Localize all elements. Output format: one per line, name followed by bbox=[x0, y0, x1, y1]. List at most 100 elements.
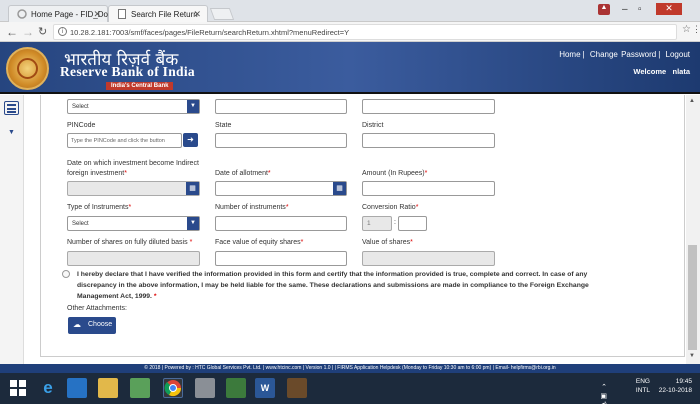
file-explorer-icon[interactable] bbox=[98, 378, 118, 398]
select-value: Select bbox=[72, 221, 89, 227]
diluted-shares-label: Number of shares on fully diluted basis … bbox=[67, 239, 192, 246]
required-mark: * bbox=[153, 293, 157, 300]
pincode-search-button[interactable]: ➜ bbox=[183, 133, 198, 147]
word-icon[interactable]: W bbox=[255, 378, 275, 398]
instrument-count-label: Number of instruments* bbox=[215, 204, 289, 211]
app-icon[interactable] bbox=[130, 378, 150, 398]
site-header: भारतीय रिज़र्व बैंक Reserve Bank of Indi… bbox=[0, 42, 700, 94]
nav-home[interactable]: Home bbox=[559, 50, 580, 59]
layout-label: INTL bbox=[635, 387, 650, 394]
arrow-right-icon: ➜ bbox=[187, 135, 194, 144]
attachments-label: Other Attachments: bbox=[67, 305, 127, 312]
reload-icon[interactable]: ↻ bbox=[38, 25, 47, 38]
share-value-input[interactable] bbox=[362, 251, 495, 266]
diluted-shares-text: Number of shares on fully diluted basis bbox=[67, 239, 188, 246]
investment-date-input[interactable]: ▦ bbox=[67, 181, 200, 196]
tab-home-page[interactable]: Home Page - FID_Dome ✕ bbox=[8, 5, 119, 22]
calendar-icon[interactable]: ▦ bbox=[186, 182, 199, 195]
page-scrollbar[interactable]: ▲ ▼ bbox=[686, 95, 700, 365]
investment-date-label-line1: Date on which investment become Indirect bbox=[67, 160, 199, 167]
select-value: Select bbox=[72, 104, 89, 110]
choose-label: Choose bbox=[88, 321, 113, 328]
app-icon[interactable] bbox=[287, 378, 307, 398]
amount-input[interactable] bbox=[362, 181, 495, 196]
scroll-down-icon[interactable]: ▼ bbox=[689, 353, 695, 359]
nav-change-password[interactable]: Change Password bbox=[590, 50, 656, 59]
system-tray: ⌃ ▣ ◀) ENG INTL 19:45 22-10-2018 bbox=[599, 377, 692, 409]
new-tab-button[interactable] bbox=[209, 8, 235, 20]
chevron-down-icon: ▼ bbox=[187, 217, 199, 230]
tab-label: Home Page - FID_Dome bbox=[31, 10, 120, 19]
tray-icons[interactable]: ⌃ ▣ ◀) bbox=[599, 383, 607, 410]
district-label: District bbox=[362, 122, 384, 129]
conversion-ratio-right[interactable] bbox=[398, 216, 427, 231]
diluted-shares-input[interactable] bbox=[67, 251, 200, 266]
required-mark: * bbox=[124, 170, 127, 177]
chrome-icon[interactable] bbox=[163, 378, 183, 398]
city-input[interactable] bbox=[215, 99, 347, 114]
conversion-ratio-label: Conversion Ratio* bbox=[362, 204, 418, 211]
district-input[interactable] bbox=[362, 133, 495, 148]
close-icon[interactable]: ✕ bbox=[93, 9, 101, 20]
instrument-count-input[interactable] bbox=[215, 216, 347, 231]
tab-search-file-return[interactable]: Search File Return ✕ bbox=[108, 5, 208, 22]
face-value-input[interactable] bbox=[215, 251, 347, 266]
caret-down-icon[interactable]: ▼ bbox=[8, 129, 15, 136]
conversion-ratio-left[interactable]: 1 bbox=[362, 216, 392, 231]
allotment-date-input[interactable]: ▦ bbox=[215, 181, 347, 196]
address-input[interactable] bbox=[362, 99, 495, 114]
nav-logout[interactable]: Logout bbox=[666, 50, 690, 59]
windows-start-icon[interactable] bbox=[10, 380, 26, 396]
window-close-icon[interactable]: ✕ bbox=[656, 3, 682, 15]
pincode-input[interactable]: Type the PINCode and click the button bbox=[67, 133, 182, 148]
declaration-radio[interactable] bbox=[62, 270, 70, 278]
instrument-type-select[interactable]: Select ▼ bbox=[67, 216, 200, 231]
conversion-ratio-text: Conversion Ratio bbox=[362, 204, 416, 211]
top-nav: Home | Change Password | Logout bbox=[559, 50, 690, 59]
upload-icon: ☁ bbox=[73, 320, 81, 329]
calculator-icon[interactable] bbox=[195, 378, 215, 398]
language-indicator[interactable]: ENG INTL bbox=[620, 377, 650, 395]
forward-icon[interactable]: → bbox=[22, 25, 34, 39]
calendar-icon[interactable]: ▦ bbox=[333, 182, 346, 195]
state-label: State bbox=[215, 122, 232, 129]
scroll-up-icon[interactable]: ▲ bbox=[689, 98, 695, 104]
clock[interactable]: 19:45 22-10-2018 bbox=[654, 377, 692, 395]
required-mark: * bbox=[424, 170, 428, 177]
menu-dots-icon[interactable]: ⋮ bbox=[692, 24, 700, 35]
choose-file-button[interactable]: ☁ Choose bbox=[68, 317, 116, 334]
internet-explorer-icon[interactable]: e bbox=[38, 378, 58, 398]
rbi-logo bbox=[6, 47, 49, 90]
ratio-separator: : bbox=[394, 219, 396, 226]
welcome-label: Welcome bbox=[633, 67, 667, 76]
url-field[interactable]: i 10.28.2.181:7003/smf/faces/pages/FileR… bbox=[53, 24, 677, 40]
browser-tab-strip: Home Page - FID_Dome ✕ Search File Retur… bbox=[0, 0, 700, 22]
star-icon[interactable]: ☆ bbox=[682, 24, 691, 35]
bank-tagline: India's Central Bank bbox=[106, 82, 174, 90]
outlook-icon[interactable] bbox=[67, 378, 87, 398]
back-icon[interactable]: ← bbox=[6, 25, 18, 39]
instrument-type-text: Type of Instruments bbox=[67, 204, 129, 211]
clock-date: 22-10-2018 bbox=[658, 387, 692, 394]
state-input[interactable] bbox=[215, 133, 347, 148]
required-mark: * bbox=[189, 239, 193, 246]
amount-label-text: Amount (In Rupees) bbox=[362, 170, 425, 177]
hamburger-menu-icon[interactable] bbox=[4, 101, 19, 115]
investment-date-label-text: foreign investment bbox=[67, 170, 125, 177]
address-bar-row: ← → ↻ i 10.28.2.181:7003/smf/faces/pages… bbox=[0, 22, 700, 42]
username: nlata bbox=[672, 67, 690, 76]
app-icon[interactable] bbox=[226, 378, 246, 398]
pincode-label: PINCode bbox=[67, 122, 96, 129]
required-mark: * bbox=[410, 239, 413, 246]
loading-icon bbox=[17, 9, 27, 19]
scrollbar-thumb[interactable] bbox=[688, 245, 697, 350]
instrument-type-label: Type of Instruments* bbox=[67, 204, 131, 211]
profile-icon[interactable]: ▲ bbox=[598, 4, 610, 15]
clock-time: 19:45 bbox=[675, 378, 692, 385]
maximize-icon[interactable]: ▫ bbox=[638, 4, 642, 15]
minimize-icon[interactable]: – bbox=[622, 4, 628, 15]
info-icon[interactable]: i bbox=[58, 27, 67, 36]
country-select[interactable]: Select ▼ bbox=[67, 99, 200, 114]
tab-label: Search File Return bbox=[131, 10, 198, 19]
close-icon[interactable]: ✕ bbox=[193, 9, 201, 20]
